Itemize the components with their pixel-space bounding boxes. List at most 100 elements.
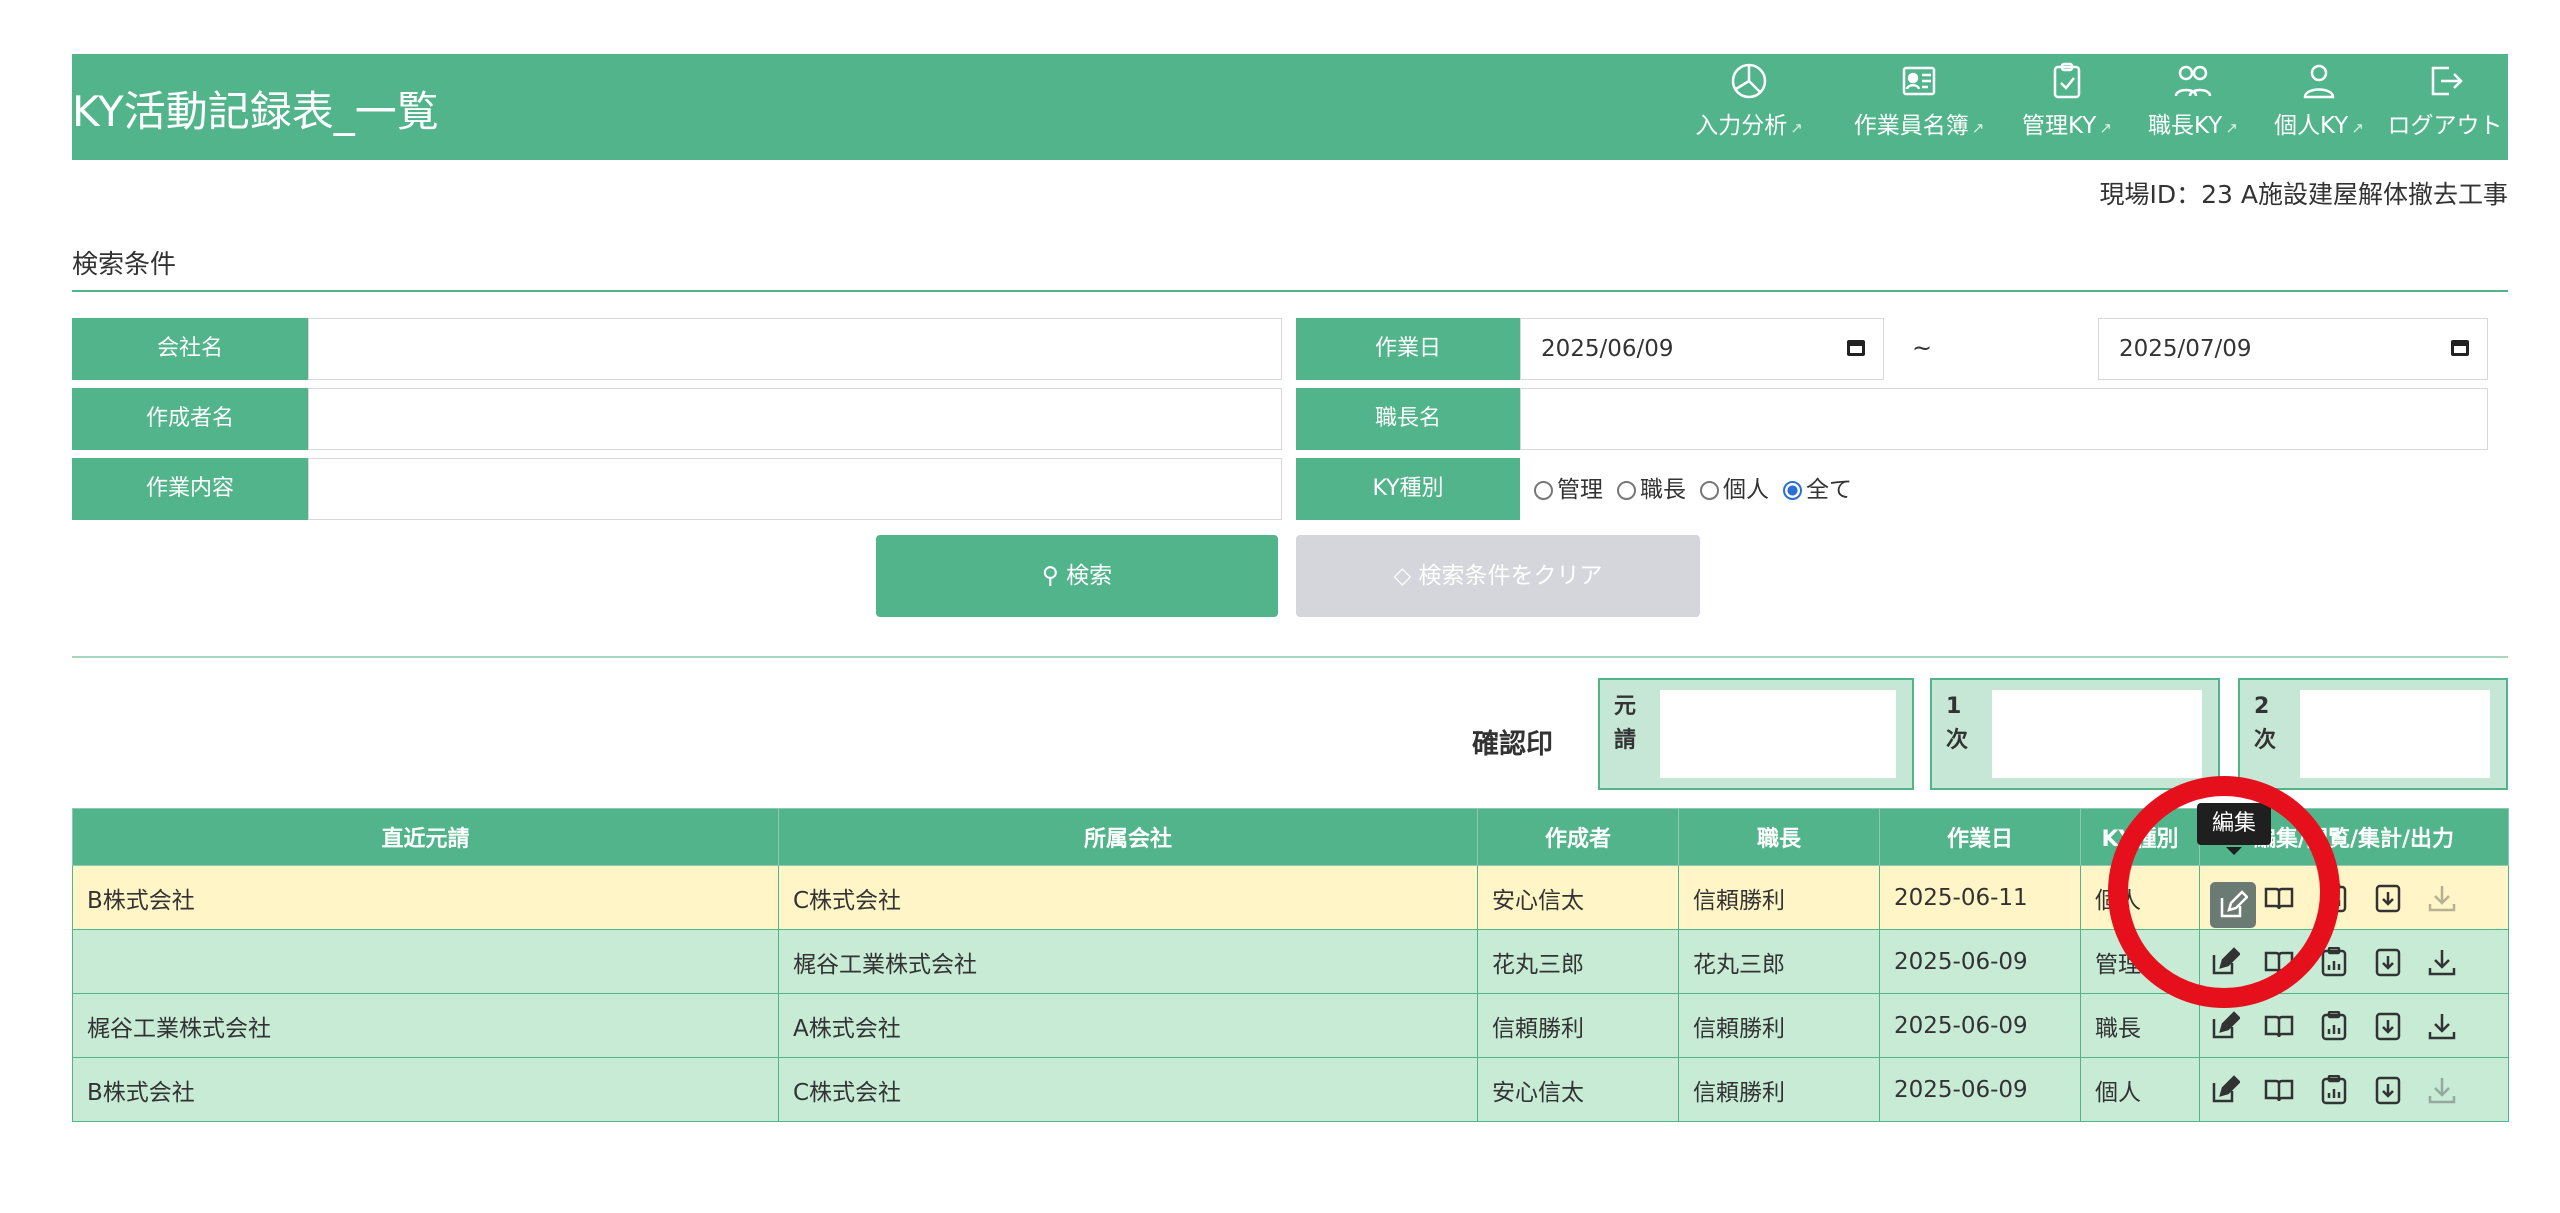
- prime-contractor-cell: 梶谷工業株式会社: [72, 993, 779, 1058]
- creator-input[interactable]: [308, 388, 1282, 450]
- view-button[interactable]: [2264, 1011, 2294, 1041]
- foreman-cell: 花丸三郎: [1678, 929, 1880, 994]
- ky-type-cell: 個人: [2080, 1057, 2200, 1122]
- stamp-area: [1992, 690, 2202, 778]
- external-link-icon: ↗: [2099, 119, 2112, 137]
- view-button[interactable]: [2264, 1075, 2294, 1105]
- actions-cell: [2199, 1057, 2509, 1122]
- nav-input-analysis[interactable]: 入力分析 ↗: [1664, 54, 1834, 160]
- file-download-icon: [2375, 1076, 2401, 1104]
- column-header[interactable]: 所属会社: [778, 808, 1478, 866]
- search-button[interactable]: ⚲ 検索: [876, 535, 1278, 617]
- creator-cell: 安心信太: [1477, 1057, 1679, 1122]
- work-content-input[interactable]: [308, 458, 1282, 520]
- foreman-label: 職長名: [1296, 388, 1520, 450]
- page-title: KY活動記録表_一覧: [72, 87, 439, 136]
- date-to-input[interactable]: 2025/07/09: [2098, 318, 2488, 380]
- ky-type-label: KY種別: [1296, 458, 1520, 520]
- prime-contractor-cell: [72, 929, 779, 994]
- site-id: 現場ID：23 A施設建屋解体撤去工事: [2099, 180, 2509, 209]
- nav-label: 入力分析: [1695, 113, 1788, 139]
- table-row: 梶谷工業株式会社 A株式会社 信頼勝利 信頼勝利 2025-06-09 職長: [72, 993, 2509, 1058]
- nav-personal-ky[interactable]: 個人KY ↗: [2256, 54, 2382, 160]
- header-nav: 入力分析 ↗ 作業員名簿 ↗ 管理KY ↗ 職長KY ↗ 個人KY ↗ ログアウト: [1664, 54, 2508, 160]
- date-to-value: 2025/07/09: [2119, 336, 2252, 362]
- column-header[interactable]: 作業日: [1879, 808, 2081, 866]
- clear-conditions-button[interactable]: ◇ 検索条件をクリア: [1296, 535, 1700, 617]
- nav-label: 管理KY: [2022, 113, 2097, 139]
- clipboard-check-icon: [2053, 62, 2081, 99]
- external-link-icon: ↗: [2225, 119, 2238, 137]
- eraser-icon: ◇: [1393, 563, 1412, 589]
- external-link-icon: ↗: [1790, 119, 1803, 137]
- radio-label: 個人: [1723, 477, 1769, 503]
- foreman-cell: 信頼勝利: [1678, 1057, 1880, 1122]
- stamp-label: 確認印: [1472, 729, 1553, 760]
- stamp-box-label: 1次: [1946, 694, 1969, 753]
- radio-personal[interactable]: 個人: [1700, 470, 1769, 504]
- company-input[interactable]: [308, 318, 1282, 380]
- aggregate-button[interactable]: [2319, 1010, 2349, 1041]
- pie-chart-icon: [1731, 63, 1767, 99]
- stamp-box-label: 元請: [1614, 694, 1637, 753]
- download-icon: [2429, 885, 2456, 911]
- external-link-icon: ↗: [1971, 119, 1985, 137]
- annotation-circle: [2108, 776, 2340, 1008]
- work-date-cell: 2025-06-09: [1879, 1057, 2081, 1122]
- nav-label: 個人KY: [2274, 113, 2349, 139]
- creator-label: 作成者名: [72, 388, 308, 450]
- stamp-area: [1660, 690, 1896, 778]
- column-header[interactable]: 作成者: [1477, 808, 1679, 866]
- download-button[interactable]: [2427, 947, 2457, 977]
- radio-circle: [1783, 481, 1802, 500]
- radio-foreman[interactable]: 職長: [1617, 470, 1686, 504]
- file-download-icon: [2375, 948, 2401, 976]
- aggregate-button[interactable]: [2319, 1074, 2349, 1105]
- company-label: 会社名: [72, 318, 308, 380]
- nav-label: ログアウト: [2387, 113, 2503, 139]
- file-export-button[interactable]: [2373, 1075, 2403, 1105]
- stamp-box-label: 2次: [2254, 694, 2277, 753]
- work-date-label: 作業日: [1296, 318, 1520, 380]
- search-section-title: 検索条件: [72, 250, 177, 280]
- radio-label: 職長: [1640, 477, 1686, 503]
- file-export-button[interactable]: [2373, 883, 2403, 913]
- download-button[interactable]: [2427, 883, 2457, 913]
- prime-contractor-cell: B株式会社: [72, 865, 779, 930]
- nav-foreman-ky[interactable]: 職長KY ↗: [2130, 54, 2256, 160]
- file-export-button[interactable]: [2373, 947, 2403, 977]
- stamp-box-prime: 元請: [1598, 678, 1914, 790]
- table-row: B株式会社 C株式会社 安心信太 信頼勝利 2025-06-09 個人: [72, 1057, 2509, 1122]
- nav-worker-roster[interactable]: 作業員名簿 ↗: [1834, 54, 2004, 160]
- date-from-input[interactable]: 2025/06/09: [1520, 318, 1884, 380]
- nav-logout[interactable]: ログアウト: [2382, 54, 2508, 160]
- column-header[interactable]: 職長: [1678, 808, 1880, 866]
- ky-type-radio-group: 管理 職長 個人 全て: [1534, 470, 1852, 504]
- file-export-button[interactable]: [2373, 1011, 2403, 1041]
- stamp-box-first: 1次: [1930, 678, 2220, 790]
- id-card-icon: [1902, 66, 1936, 96]
- download-button[interactable]: [2427, 1075, 2457, 1105]
- edit-button[interactable]: [2210, 1074, 2240, 1105]
- radio-label: 全て: [1806, 477, 1852, 503]
- radio-all[interactable]: 全て: [1783, 470, 1852, 504]
- column-header[interactable]: 直近元請: [72, 808, 779, 866]
- creator-cell: 安心信太: [1477, 865, 1679, 930]
- radio-management[interactable]: 管理: [1534, 470, 1603, 504]
- ky-type-cell: 職長: [2080, 993, 2200, 1058]
- download-button[interactable]: [2427, 1011, 2457, 1041]
- radio-circle: [1534, 481, 1553, 500]
- company-cell: C株式会社: [778, 1057, 1478, 1122]
- clipboard-chart-icon: [2321, 1074, 2346, 1104]
- calendar-icon[interactable]: [2451, 340, 2469, 356]
- edit-icon: [2212, 1010, 2240, 1038]
- book-icon: [2265, 1079, 2294, 1101]
- work-date-cell: 2025-06-09: [1879, 929, 2081, 994]
- company-cell: 梶谷工業株式会社: [778, 929, 1478, 994]
- nav-management-ky[interactable]: 管理KY ↗: [2004, 54, 2130, 160]
- section-divider: [72, 290, 2508, 292]
- edit-button[interactable]: [2210, 1010, 2240, 1041]
- stamp-area: [2300, 690, 2490, 778]
- calendar-icon[interactable]: [1847, 340, 1865, 356]
- foreman-input[interactable]: [1520, 388, 2488, 450]
